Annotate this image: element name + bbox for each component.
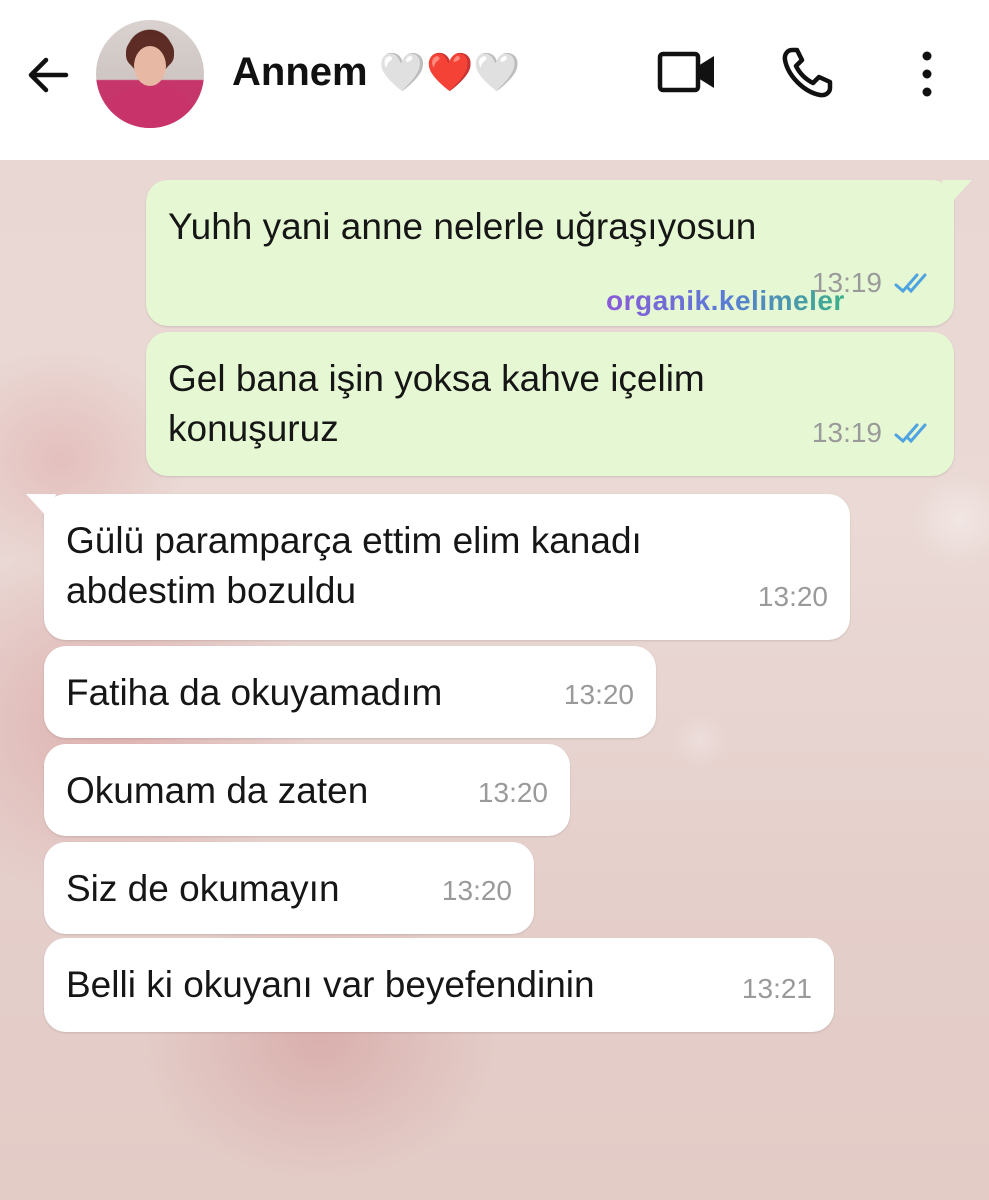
message-time: 13:20 [563, 679, 634, 710]
chat-header: Annem 🤍❤️🤍 [0, 0, 989, 160]
message-meta: 13:19 [812, 408, 932, 458]
read-ticks-icon [894, 423, 927, 444]
message-time: 13:19 [811, 267, 882, 298]
message-meta: 13:20 [758, 572, 828, 622]
message-meta: 13:20 [478, 768, 548, 818]
message-text: Okumam da zaten [66, 770, 369, 811]
incoming-message[interactable]: Fatiha da okuyamadım 13:20 [44, 646, 656, 738]
message-time: 13:20 [757, 581, 828, 612]
more-options-icon[interactable] [910, 46, 944, 102]
message-time: 13:21 [741, 973, 812, 1004]
chat-area[interactable]: Yuhh yani anne nelerle uğraşıyosun organ… [0, 160, 989, 1200]
contact-emoji: 🤍❤️🤍 [378, 52, 521, 94]
contact-name-text: Annem [232, 50, 368, 94]
message-meta: 13:19 [812, 258, 932, 308]
message-text: Belli ki okuyanı var beyefendinin [66, 964, 595, 1005]
message-meta: 13:20 [442, 866, 512, 916]
message-time: 13:19 [811, 417, 882, 448]
incoming-message[interactable]: Belli ki okuyanı var beyefendinin 13:21 [44, 938, 834, 1032]
message-time: 13:20 [477, 777, 548, 808]
video-call-icon[interactable] [656, 46, 718, 98]
message-text: Gülü paramparça ettim elim kanadı abdest… [66, 520, 642, 611]
message-meta: 13:21 [742, 964, 812, 1014]
bubble-tail [942, 180, 972, 204]
message-meta: 13:20 [564, 670, 634, 720]
message-text: Yuhh yani anne nelerle uğraşıyosun [168, 206, 757, 247]
incoming-message[interactable]: Gülü paramparça ettim elim kanadı abdest… [26, 494, 850, 640]
message-text: Fatiha da okuyamadım [66, 672, 443, 713]
incoming-message[interactable]: Okumam da zaten 13:20 [44, 744, 570, 836]
outgoing-message[interactable]: Yuhh yani anne nelerle uğraşıyosun organ… [146, 180, 972, 326]
contact-name[interactable]: Annem 🤍❤️🤍 [232, 50, 521, 95]
outgoing-message[interactable]: Gel bana işin yoksa kahve içelim konuşur… [146, 332, 954, 476]
bubble-tail [26, 494, 56, 518]
phone-call-icon[interactable] [778, 44, 836, 102]
message-time: 13:20 [441, 875, 512, 906]
read-ticks-icon [894, 273, 927, 294]
back-arrow-icon[interactable] [22, 48, 76, 102]
contact-avatar[interactable] [96, 20, 204, 128]
watermark-text: organik.kelimeler [606, 276, 845, 326]
incoming-message[interactable]: Siz de okumayın 13:20 [44, 842, 534, 934]
